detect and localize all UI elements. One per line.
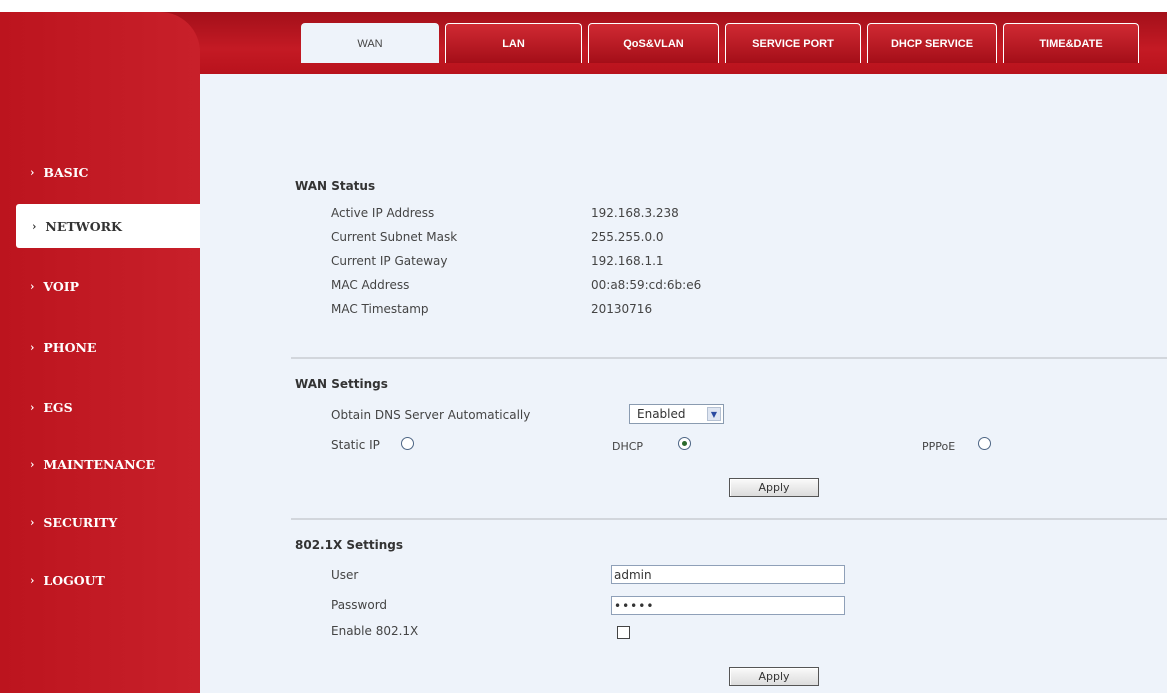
tab-service-port[interactable]: SERVICE PORT [725, 23, 861, 63]
sidebar-item-security[interactable]: › SECURITY [0, 500, 200, 544]
tab-qos-vlan[interactable]: QoS&VLAN [588, 23, 719, 63]
sidebar-item-label: SECURITY [43, 514, 118, 530]
dot1x-settings-title: 802.1X Settings [295, 538, 404, 552]
mac-timestamp-label: MAC Timestamp [331, 302, 429, 316]
chevron-right-icon: › [30, 340, 35, 354]
mac-address-label: MAC Address [331, 278, 410, 292]
wan-status-title: WAN Status [295, 179, 376, 193]
section-divider [291, 518, 1167, 520]
sidebar-item-label: MAINTENANCE [43, 456, 156, 472]
sidebar-item-label: LOGOUT [43, 572, 105, 588]
sidebar-item-label: BASIC [43, 164, 89, 180]
chevron-right-icon: › [30, 400, 35, 414]
chevron-right-icon: › [30, 165, 35, 179]
mac-timestamp-value: 20130716 [591, 302, 653, 316]
password-label: Password [331, 598, 388, 612]
sidebar-item-phone[interactable]: › PHONE [0, 325, 200, 369]
gateway-value: 192.168.1.1 [591, 254, 664, 268]
chevron-right-icon: › [32, 219, 37, 233]
dhcp-radio[interactable] [678, 437, 691, 450]
user-label: User [331, 568, 359, 582]
dot1x-apply-button[interactable]: Apply [729, 667, 819, 686]
dns-auto-label: Obtain DNS Server Automatically [331, 408, 531, 422]
chevron-down-icon: ▼ [707, 407, 721, 421]
subnet-mask-value: 255.255.0.0 [591, 230, 664, 244]
dhcp-label: DHCP [612, 440, 644, 453]
user-input[interactable] [611, 565, 845, 584]
sidebar-item-label: NETWORK [45, 218, 122, 234]
dns-auto-value: Enabled [637, 407, 686, 421]
wan-apply-button[interactable]: Apply [729, 478, 819, 497]
tab-bar: WAN LAN QoS&VLAN SERVICE PORT DHCP SERVI… [301, 23, 1145, 63]
sidebar-item-label: EGS [43, 399, 73, 415]
sidebar-item-label: VOIP [43, 278, 80, 294]
enable-dot1x-label: Enable 802.1X [331, 624, 419, 638]
tab-lan[interactable]: LAN [445, 23, 582, 63]
sidebar-item-logout[interactable]: › LOGOUT [0, 558, 200, 602]
dns-auto-select[interactable]: Enabled ▼ [629, 404, 724, 424]
wan-settings-title: WAN Settings [295, 377, 388, 391]
sidebar-item-egs[interactable]: › EGS [0, 385, 200, 429]
sidebar-item-voip[interactable]: › VOIP [0, 264, 200, 308]
enable-dot1x-checkbox[interactable] [617, 626, 630, 639]
sidebar-item-basic[interactable]: › BASIC [0, 150, 200, 194]
chevron-right-icon: › [30, 279, 35, 293]
sidebar-item-maintenance[interactable]: › MAINTENANCE [0, 442, 200, 486]
static-ip-label: Static IP [331, 438, 380, 452]
active-ip-value: 192.168.3.238 [591, 206, 679, 220]
subnet-mask-label: Current Subnet Mask [331, 230, 458, 244]
gateway-label: Current IP Gateway [331, 254, 448, 268]
sidebar: › BASIC › NETWORK › VOIP › PHONE › EGS ›… [0, 12, 200, 693]
tab-wan[interactable]: WAN [301, 23, 439, 63]
sidebar-item-network[interactable]: › NETWORK [16, 204, 200, 248]
active-ip-label: Active IP Address [331, 206, 435, 220]
section-divider [291, 357, 1167, 359]
mac-address-value: 00:a8:59:cd:6b:e6 [591, 278, 702, 292]
tab-dhcp-service[interactable]: DHCP SERVICE [867, 23, 997, 63]
top-margin [0, 0, 1167, 12]
static-ip-radio[interactable] [401, 437, 414, 450]
sidebar-item-label: PHONE [43, 339, 97, 355]
chevron-right-icon: › [30, 515, 35, 529]
pppoe-label: PPPoE [922, 440, 956, 453]
chevron-right-icon: › [30, 457, 35, 471]
tab-time-date[interactable]: TIME&DATE [1003, 23, 1139, 63]
chevron-right-icon: › [30, 573, 35, 587]
pppoe-radio[interactable] [978, 437, 991, 450]
password-input[interactable] [611, 596, 845, 615]
